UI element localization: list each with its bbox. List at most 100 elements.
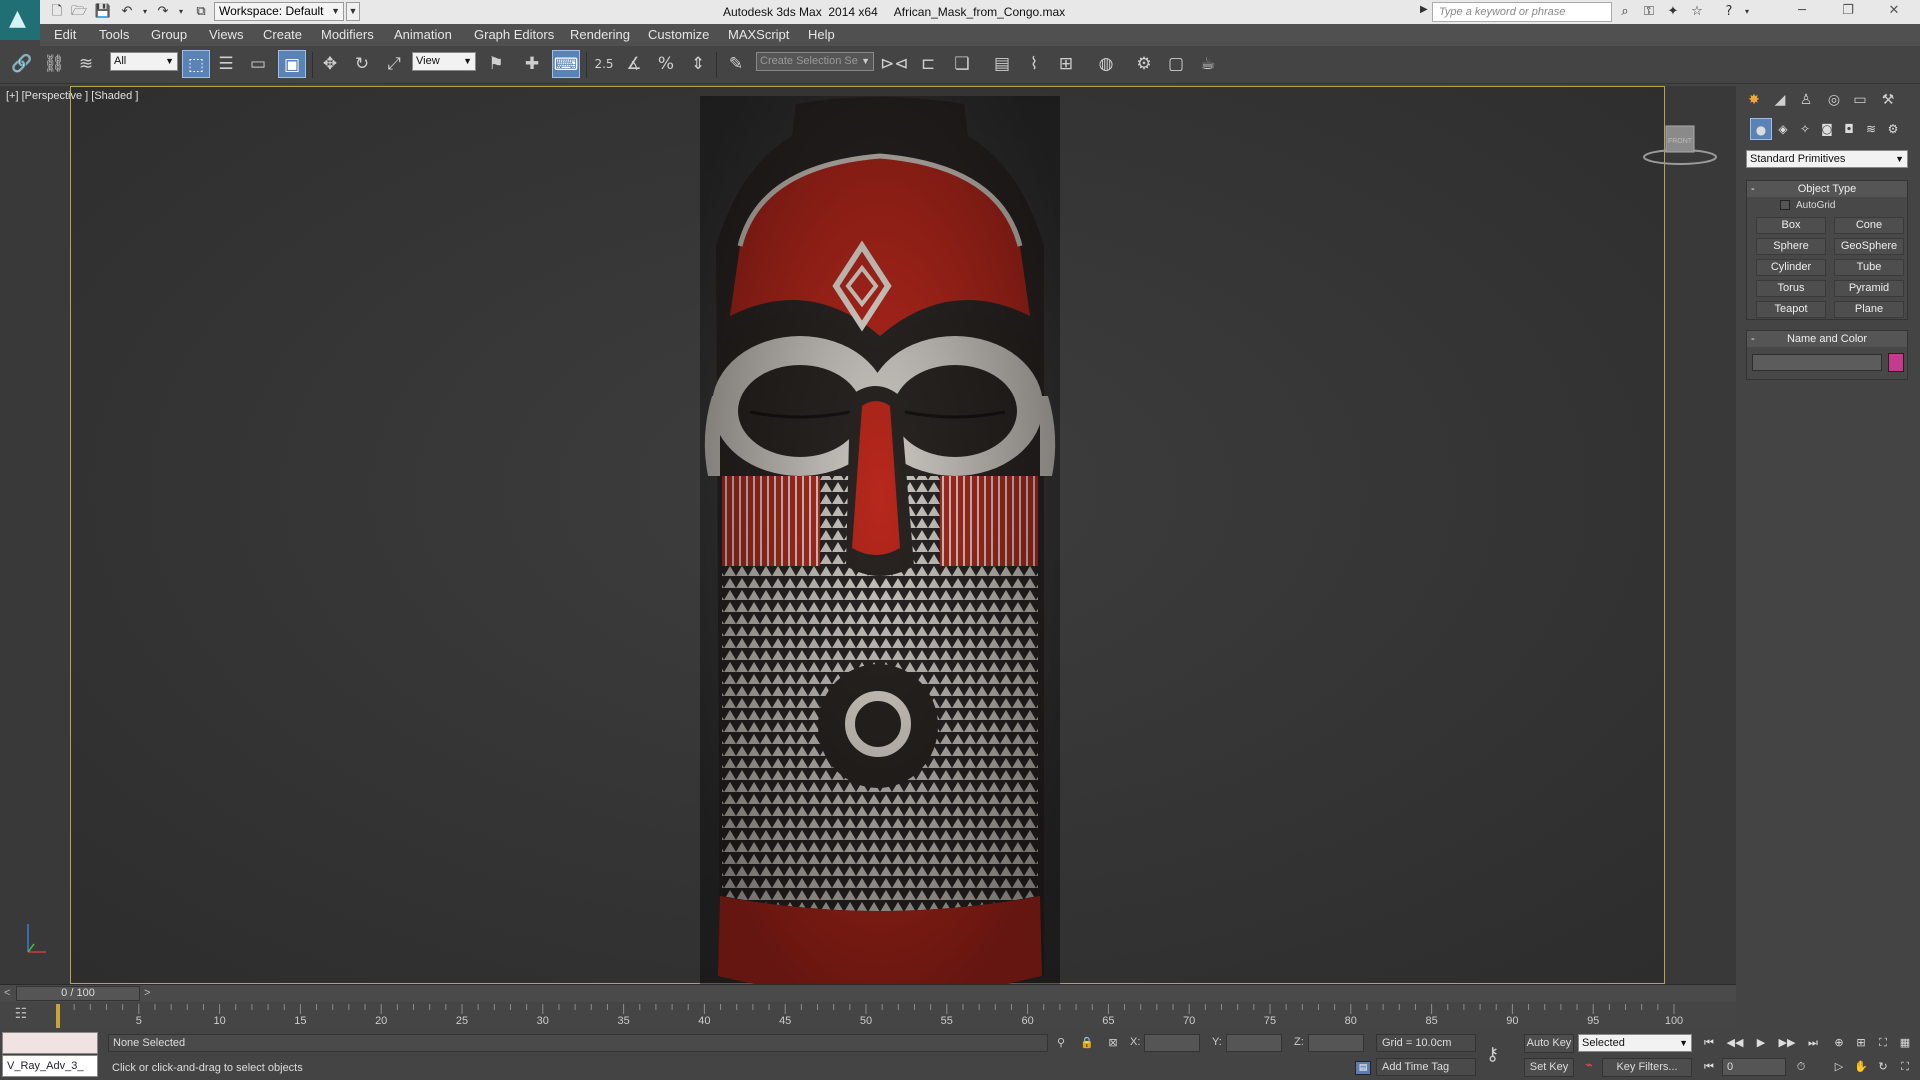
utilities-tab-icon[interactable]: ⚒	[1876, 88, 1900, 112]
zoom-icon[interactable]: ⊕	[1828, 1034, 1850, 1052]
field-of-view-icon[interactable]: ▷	[1828, 1058, 1850, 1076]
menu-views[interactable]: Views	[209, 27, 243, 42]
current-time-marker[interactable]	[56, 1004, 60, 1028]
select-by-name-icon[interactable]: ☰	[212, 50, 240, 78]
menu-help[interactable]: Help	[808, 27, 835, 42]
selection-filter-dropdown[interactable]: All ▼	[110, 52, 178, 71]
space-warps-icon[interactable]: ≋	[1860, 118, 1882, 140]
project-folder-icon[interactable]: ⧉	[192, 3, 210, 21]
hierarchy-tab-icon[interactable]: ♙	[1794, 88, 1818, 112]
modify-tab-icon[interactable]: ◢	[1768, 88, 1792, 112]
play-icon[interactable]: ▶	[1750, 1034, 1772, 1052]
viewport-label-menu[interactable]: [+] [Perspective ] [Shaded ]	[6, 90, 138, 102]
menu-maxscript[interactable]: MAXScript	[728, 27, 789, 42]
go-to-start-icon[interactable]: ⏮	[1698, 1034, 1720, 1052]
current-frame-field[interactable]: 0	[1722, 1058, 1786, 1076]
zoom-extents-all-icon[interactable]: ▦	[1894, 1034, 1916, 1052]
set-key-button[interactable]: Set Key	[1524, 1058, 1574, 1077]
tube-button[interactable]: Tube	[1834, 259, 1904, 276]
menu-modifiers[interactable]: Modifiers	[321, 27, 374, 42]
select-and-manipulate-icon[interactable]: ✚	[518, 50, 546, 78]
mirror-icon[interactable]: ⊳⊲	[880, 50, 909, 78]
systems-icon[interactable]: ⚙	[1882, 118, 1904, 140]
favorites-star-icon[interactable]: ☆	[1688, 3, 1706, 21]
edit-named-selection-sets-icon[interactable]: ✎	[722, 50, 750, 78]
time-tag-icon[interactable]: ▤	[1355, 1061, 1371, 1075]
subscription-icon[interactable]: ⚿	[1640, 3, 1658, 21]
reference-coordinate-dropdown[interactable]: View ▼	[412, 52, 476, 71]
percent-snap-icon[interactable]: %	[652, 50, 680, 78]
rectangular-selection-region-icon[interactable]: ▭	[244, 50, 272, 78]
helpers-icon[interactable]: ◘	[1838, 118, 1860, 140]
snaps-toggle-icon[interactable]: 2.5	[590, 50, 618, 78]
menu-edit[interactable]: Edit	[54, 27, 76, 42]
open-mini-curve-editor-icon[interactable]: ☷	[10, 1006, 32, 1024]
use-pivot-center-icon[interactable]: ⚑	[482, 50, 510, 78]
maxscript-mini-listener-top[interactable]	[2, 1032, 98, 1054]
unlink-selection-icon[interactable]: ⛓	[40, 50, 68, 78]
schematic-view-icon[interactable]: ⊞	[1052, 50, 1080, 78]
orbit-icon[interactable]: ↻	[1872, 1058, 1894, 1076]
torus-button[interactable]: Torus	[1756, 280, 1826, 297]
angle-snap-icon[interactable]: ∡	[620, 50, 648, 78]
pan-view-icon[interactable]: ✋	[1850, 1058, 1872, 1076]
redo-dropdown-icon[interactable]: ▾	[172, 3, 190, 21]
viewcube-navigation[interactable]: FRONT	[1640, 120, 1720, 170]
x-coordinate-field[interactable]	[1144, 1034, 1200, 1052]
maxscript-mini-listener[interactable]: V_Ray_Adv_3_	[2, 1055, 98, 1077]
quick-access-expand-button[interactable]: ▼	[346, 2, 360, 21]
new-file-icon[interactable]: 🗋	[48, 3, 66, 21]
sphere-button[interactable]: Sphere	[1756, 238, 1826, 255]
next-frame-icon[interactable]: >	[144, 987, 150, 999]
box-button[interactable]: Box	[1756, 217, 1826, 234]
auto-key-button[interactable]: Auto Key	[1524, 1034, 1574, 1053]
rendered-frame-window-icon[interactable]: ▢	[1162, 50, 1190, 78]
select-object-icon[interactable]: ⬚	[182, 50, 210, 78]
menu-rendering[interactable]: Rendering	[570, 27, 630, 42]
redo-icon[interactable]: ↷	[154, 3, 172, 21]
plane-button[interactable]: Plane	[1834, 301, 1904, 318]
workspace-dropdown[interactable]: Workspace: Default ▼	[214, 2, 344, 21]
time-slider-thumb[interactable]: 0 / 100	[16, 986, 140, 1001]
primitive-type-dropdown[interactable]: Standard Primitives ▼	[1746, 150, 1908, 168]
key-mode-toggle-icon[interactable]: ⏮	[1698, 1058, 1720, 1076]
z-coordinate-field[interactable]	[1308, 1034, 1364, 1052]
bind-to-space-warp-icon[interactable]: ≋	[72, 50, 100, 78]
open-file-icon[interactable]: 🗁	[70, 3, 88, 21]
restore-button[interactable]: ❐	[1828, 0, 1868, 22]
key-mode-dropdown[interactable]: Selected ▼	[1578, 1034, 1692, 1052]
render-setup-icon[interactable]: ⚙	[1130, 50, 1158, 78]
african-mask-model[interactable]	[700, 96, 1060, 986]
select-and-link-icon[interactable]: 🔗	[8, 50, 36, 78]
cameras-icon[interactable]: ◙	[1816, 118, 1838, 140]
shapes-icon[interactable]: ◈	[1772, 118, 1794, 140]
display-tab-icon[interactable]: ▭	[1848, 88, 1872, 112]
communication-center-icon[interactable]: ✦	[1664, 3, 1682, 21]
isolate-selection-icon[interactable]: ⚲	[1052, 1034, 1070, 1052]
next-key-icon[interactable]: ▶▶	[1776, 1034, 1798, 1052]
cone-button[interactable]: Cone	[1834, 217, 1904, 234]
keyboard-shortcut-override-icon[interactable]: ⌨	[552, 50, 580, 78]
track-bar[interactable]: ☷ 5 10 15 20 25 30 35 40 45 50 55 60 65 70 75 80 85 90 95 1…	[0, 1002, 1736, 1030]
previous-frame-icon[interactable]: <	[4, 987, 10, 999]
object-name-input[interactable]	[1752, 354, 1882, 371]
key-filters-button[interactable]: Key Filters...	[1602, 1058, 1692, 1077]
maximize-viewport-icon[interactable]: ⛶	[1894, 1058, 1916, 1076]
render-production-icon[interactable]: ☕	[1194, 50, 1222, 78]
zoom-extents-icon[interactable]: ⛶	[1872, 1034, 1894, 1052]
create-tab-icon[interactable]: ✸	[1742, 88, 1766, 112]
named-selection-set-dropdown[interactable]: Create Selection Se ▼	[756, 52, 874, 71]
teapot-button[interactable]: Teapot	[1756, 301, 1826, 318]
binoculars-icon[interactable]: ⌕	[1616, 3, 1634, 21]
minimize-button[interactable]: ─	[1782, 0, 1822, 22]
select-and-move-icon[interactable]: ✥	[316, 50, 344, 78]
app-menu-button[interactable]: ▲	[0, 0, 40, 40]
menu-graph-editors[interactable]: Graph Editors	[474, 27, 554, 42]
object-type-rollout-header[interactable]: - Object Type	[1747, 181, 1907, 197]
geosphere-button[interactable]: GeoSphere	[1834, 238, 1904, 255]
autogrid-checkbox[interactable]: AutoGrid	[1780, 200, 1835, 211]
time-configuration-icon[interactable]: ⏱	[1790, 1058, 1812, 1076]
keyword-search-input[interactable]: Type a keyword or phrase	[1432, 2, 1612, 22]
window-crossing-icon[interactable]: ▣	[278, 50, 306, 78]
undo-icon[interactable]: ↶	[118, 3, 136, 21]
